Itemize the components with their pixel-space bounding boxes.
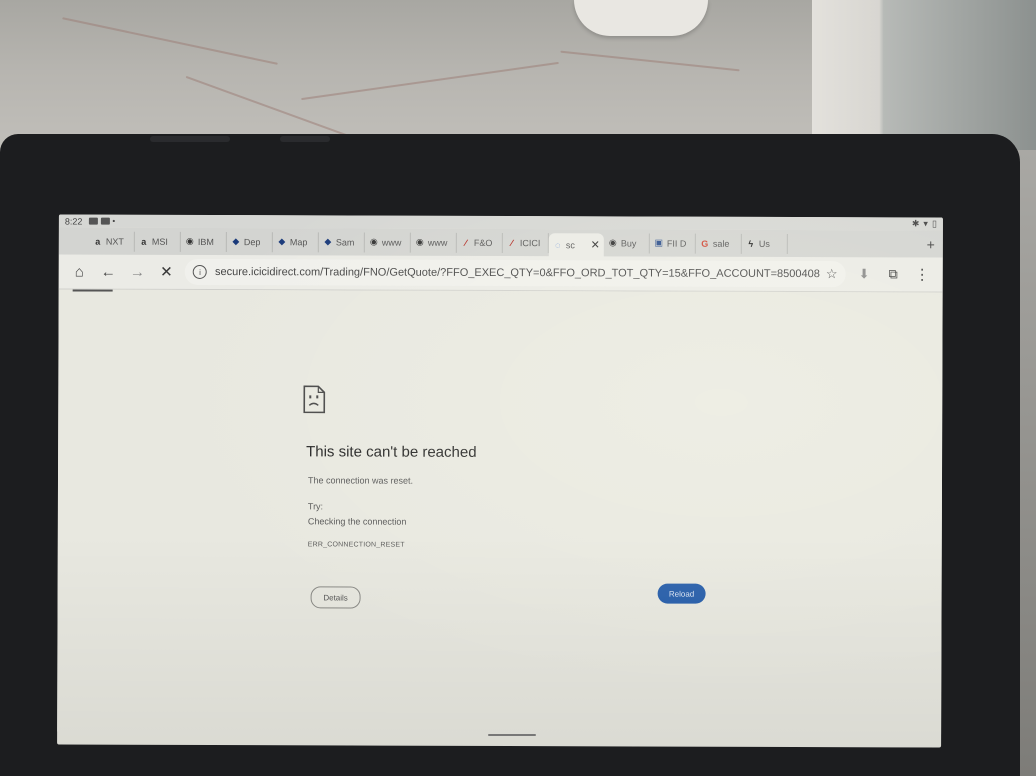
error-title: This site can't be reached — [306, 443, 477, 461]
bookmark-star-icon[interactable]: ☆ — [826, 266, 838, 282]
tab-14[interactable]: ϟ Us — [741, 233, 788, 254]
tab-1[interactable]: a MSI — [134, 231, 181, 252]
address-bar[interactable]: i secure.icicidirect.com/Trading/FNO/Get… — [184, 258, 846, 288]
tablet-screen: 8:22 • ✱ ▾ ▯ a NXT a MSI ◉ IBM ◆ Dep ◆ Map ◆ Sam ◉ ww… — [57, 214, 943, 748]
home-indicator[interactable] — [488, 734, 536, 736]
tab-label: www — [427, 237, 448, 248]
tab-label: Dep — [243, 236, 261, 247]
tab-11[interactable]: ◉ Buy — [603, 232, 650, 254]
globe-icon: ◉ — [185, 235, 194, 246]
tab-5[interactable]: ◆ Sam — [318, 231, 365, 253]
tab-8[interactable]: ⁄ F&O — [456, 232, 503, 253]
tab-9[interactable]: ⁄ ICICI — [502, 232, 549, 253]
tab-4[interactable]: ◆ Map — [272, 231, 319, 252]
icici-icon: ⁄ — [465, 237, 467, 248]
tab-label: www — [381, 237, 402, 248]
diamond-icon: ◆ — [278, 236, 286, 247]
tab-label: Us — [758, 238, 770, 249]
amazon-icon: a — [141, 236, 147, 247]
reload-button[interactable]: Reload — [657, 583, 706, 604]
tab-10[interactable]: ◌ sc ✕ — [548, 232, 604, 257]
tab-label: NXT — [105, 236, 124, 247]
wall-pillar — [812, 0, 1036, 150]
sad-page-icon — [303, 385, 326, 414]
dot-icon: • — [112, 216, 116, 226]
bolt-icon: ϟ — [748, 238, 754, 249]
diamond-icon: ◆ — [324, 236, 332, 247]
menu-icon[interactable]: ⋮ — [908, 259, 937, 289]
tab-label: FII D — [666, 238, 687, 249]
globe-icon: ◉ — [415, 236, 424, 247]
wifi-icon: ▾ — [923, 218, 928, 229]
amazon-icon: a — [95, 236, 101, 247]
flower-pot — [574, 0, 708, 36]
error-page: This site can't be reached The connectio… — [57, 291, 943, 735]
page-icon: ▣ — [654, 237, 664, 248]
tab-label: MSI — [151, 236, 168, 247]
globe-icon: ◉ — [369, 236, 378, 247]
forward-button[interactable]: → — [123, 257, 152, 287]
tab-6[interactable]: ◉ www — [364, 232, 411, 253]
notification-icon — [100, 217, 110, 225]
error-message: The connection was reset. — [307, 475, 414, 486]
tab-label: Sam — [335, 236, 355, 247]
notification-icon — [88, 217, 98, 225]
tab-0[interactable]: a NXT — [88, 231, 135, 252]
loading-icon: ◌ — [555, 239, 561, 250]
bluetooth-icon: ✱ — [911, 218, 920, 229]
back-button[interactable]: ← — [94, 257, 123, 287]
url-text[interactable]: secure.icicidirect.com/Trading/FNO/GetQu… — [215, 266, 820, 280]
google-icon: G — [701, 238, 709, 249]
tab-strip: a NXT a MSI ◉ IBM ◆ Dep ◆ Map ◆ Sam ◉ www ◉ www ⁄ F&O ⁄ ICI… — [58, 227, 943, 258]
tab-13[interactable]: Gsale — [695, 233, 742, 254]
site-info-icon[interactable]: i — [192, 264, 208, 279]
details-button[interactable]: Details — [310, 586, 361, 609]
status-right: ✱ ▾ ▯ — [912, 218, 937, 229]
tab-label: IBM — [197, 236, 214, 247]
tab-switcher-icon[interactable]: ⧉ — [879, 259, 908, 289]
try-label: Try: — [307, 501, 324, 512]
tab-2[interactable]: ◉ IBM — [180, 231, 227, 252]
volume-button — [150, 136, 230, 142]
power-button — [280, 136, 330, 142]
download-icon[interactable]: ⬇ — [849, 259, 878, 289]
tab-label: Buy — [620, 237, 637, 248]
new-tab-button[interactable]: + — [927, 236, 935, 252]
icici-icon: ⁄ — [511, 237, 513, 248]
status-time: 8:22 — [64, 215, 83, 227]
close-tab-icon[interactable]: ✕ — [591, 238, 600, 251]
suggestion-item: Checking the connection — [307, 516, 407, 527]
tab-label: F&O — [473, 237, 493, 248]
battery-icon: ▯ — [931, 218, 937, 229]
diamond-icon: ◆ — [232, 236, 240, 247]
tab-label: sc — [565, 239, 575, 250]
tab-3[interactable]: ◆ Dep — [226, 231, 273, 252]
browser-toolbar: ⌂ ← → ✕ i secure.icicidirect.com/Trading… — [58, 254, 943, 293]
home-icon[interactable]: ⌂ — [65, 256, 94, 286]
tab-7[interactable]: ◉ www — [410, 232, 457, 253]
tab-label: Map — [289, 236, 308, 247]
stop-loading-button[interactable]: ✕ — [152, 257, 181, 287]
tab-label: ICICI — [519, 237, 541, 248]
tab-label: sale — [712, 238, 730, 249]
error-code: ERR_CONNECTION_RESET — [307, 541, 405, 549]
tab-12[interactable]: ▣ FII D — [649, 233, 696, 254]
globe-icon: ◉ — [608, 237, 617, 248]
